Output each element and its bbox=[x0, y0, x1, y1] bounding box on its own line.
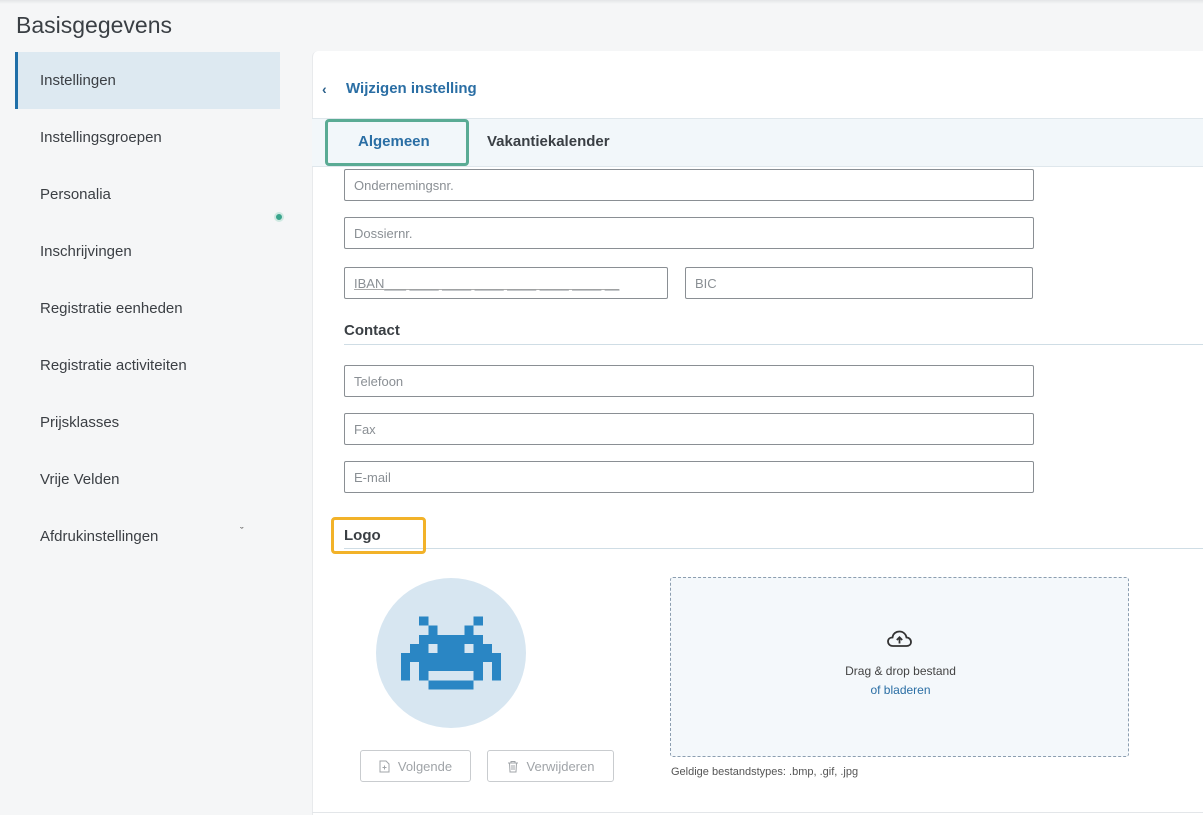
logo-avatar bbox=[376, 578, 526, 728]
panel-header: ‹ Wijzigen instelling bbox=[322, 80, 477, 97]
sidebar-item-vrije-velden[interactable]: Vrije Velden bbox=[15, 451, 280, 508]
dossiernr-input[interactable]: Dossiernr. bbox=[344, 217, 1034, 249]
panel-bottom-border bbox=[312, 812, 1203, 813]
chevron-down-icon[interactable]: ˇ bbox=[240, 526, 244, 538]
dropzone-text: Drag & drop bestand bbox=[845, 664, 956, 678]
ondernemingsnr-placeholder: Ondernemingsnr. bbox=[354, 177, 454, 193]
sidebar-item-label: Afdrukinstellingen bbox=[40, 528, 159, 545]
page-title: Basisgegevens bbox=[16, 12, 172, 38]
iban-placeholder: IBAN___ ____ ____ ____ ____ ____ ____ __ bbox=[354, 275, 620, 291]
sidebar-item-registratie-eenheden[interactable]: Registratie eenheden bbox=[15, 280, 280, 337]
sidebar-item-afdrukinstellingen[interactable]: Afdrukinstellingen ˇ bbox=[15, 508, 280, 565]
section-divider bbox=[344, 344, 1203, 345]
highlight-box-tab bbox=[325, 119, 469, 166]
telefoon-input[interactable]: Telefoon bbox=[344, 365, 1034, 397]
dossiernr-placeholder: Dossiernr. bbox=[354, 225, 413, 241]
top-shade bbox=[0, 0, 1203, 4]
email-placeholder: E-mail bbox=[354, 469, 391, 485]
tab-vakantiekalender[interactable]: Vakantiekalender bbox=[487, 133, 610, 150]
sidebar-item-label: Personalia bbox=[40, 186, 111, 203]
sidebar-item-prijsklasses[interactable]: Prijsklasses bbox=[15, 394, 280, 451]
status-dot bbox=[274, 212, 284, 222]
delete-button-label: Verwijderen bbox=[526, 758, 595, 774]
sidebar-item-label: Inschrijvingen bbox=[40, 243, 132, 260]
valid-file-types: Geldige bestandstypes: .bmp, .gif, .jpg bbox=[671, 766, 859, 778]
email-input[interactable]: E-mail bbox=[344, 461, 1034, 493]
browse-link[interactable]: of bladeren bbox=[671, 683, 1130, 697]
sidebar-item-registratie-activiteiten[interactable]: Registratie activiteiten bbox=[15, 337, 280, 394]
sidebar-item-inschrijvingen[interactable]: Inschrijvingen bbox=[15, 223, 280, 280]
ondernemingsnr-input[interactable]: Ondernemingsnr. bbox=[344, 169, 1034, 201]
iban-input[interactable]: IBAN___ ____ ____ ____ ____ ____ ____ __ bbox=[344, 267, 668, 299]
sidebar-item-label: Registratie activiteiten bbox=[40, 357, 187, 374]
sidebar-item-label: Instellingsgroepen bbox=[40, 129, 162, 146]
sidebar-item-label: Instellingen bbox=[40, 72, 116, 89]
panel-title: Wijzigen instelling bbox=[346, 80, 477, 97]
telefoon-placeholder: Telefoon bbox=[354, 373, 404, 389]
sidebar-item-label: Prijsklasses bbox=[40, 414, 120, 431]
bic-placeholder: BIC bbox=[695, 275, 717, 291]
sidebar-item-label: Registratie eenheden bbox=[40, 300, 183, 317]
sidebar-item-label: Vrije Velden bbox=[40, 471, 120, 488]
sidebar-item-personalia[interactable]: Personalia bbox=[15, 166, 280, 223]
bic-input[interactable]: BIC bbox=[685, 267, 1033, 299]
chevron-left-icon[interactable]: ‹ bbox=[322, 81, 346, 97]
cloud-upload-icon bbox=[887, 630, 912, 647]
sidebar: Instellingen Instellingsgroepen Personal… bbox=[15, 52, 280, 565]
fax-input[interactable]: Fax bbox=[344, 413, 1034, 445]
fax-placeholder: Fax bbox=[354, 421, 376, 437]
file-icon bbox=[379, 760, 390, 772]
delete-button[interactable]: Verwijderen bbox=[487, 750, 614, 782]
contact-section-title: Contact bbox=[344, 322, 400, 339]
sidebar-item-instellingen[interactable]: Instellingen bbox=[15, 52, 280, 109]
file-dropzone[interactable]: Drag & drop bestand of bladeren bbox=[670, 577, 1129, 757]
sidebar-item-instellingsgroepen[interactable]: Instellingsgroepen bbox=[15, 109, 280, 166]
highlight-box-logo bbox=[331, 517, 426, 554]
next-button-label: Volgende bbox=[397, 758, 453, 774]
space-invader-icon bbox=[401, 616, 501, 690]
next-button[interactable]: Volgende bbox=[360, 750, 471, 782]
section-divider bbox=[344, 548, 1203, 549]
trash-icon bbox=[507, 760, 518, 772]
